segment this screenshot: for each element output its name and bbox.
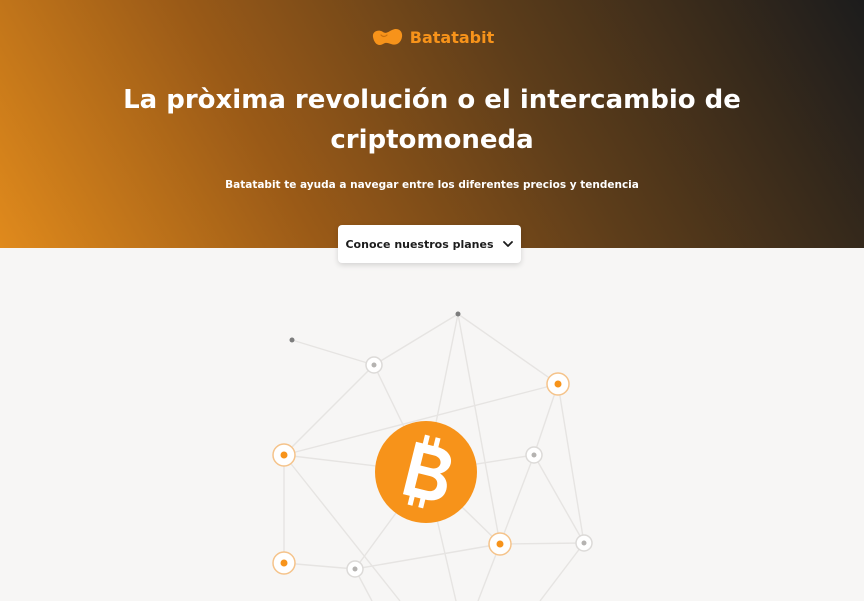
network-node-orange <box>272 551 296 575</box>
network-node <box>365 356 383 374</box>
crypto-network-illustration <box>272 311 593 601</box>
brand: Batatabit <box>0 26 864 48</box>
hero-subtitle: Batatabit te ayuda a navegar entre los d… <box>225 179 639 191</box>
bitcoin-icon <box>375 421 477 523</box>
network-node <box>525 446 543 464</box>
page-title: La pròxima revolución o el intercambio d… <box>123 85 741 155</box>
network-node-orange <box>546 372 570 396</box>
network-node <box>575 534 593 552</box>
batata-logo-icon <box>372 28 402 46</box>
network-dot <box>455 311 461 317</box>
network-dots <box>289 311 461 343</box>
network-node-orange <box>488 532 512 556</box>
network-node <box>346 560 364 578</box>
network-node-orange <box>272 443 296 467</box>
network-dot <box>289 337 295 343</box>
hero-section: Batatabit La pròxima revolución o el int… <box>0 0 864 248</box>
chevron-down-icon <box>502 241 513 247</box>
brand-name: Batatabit <box>409 27 495 47</box>
